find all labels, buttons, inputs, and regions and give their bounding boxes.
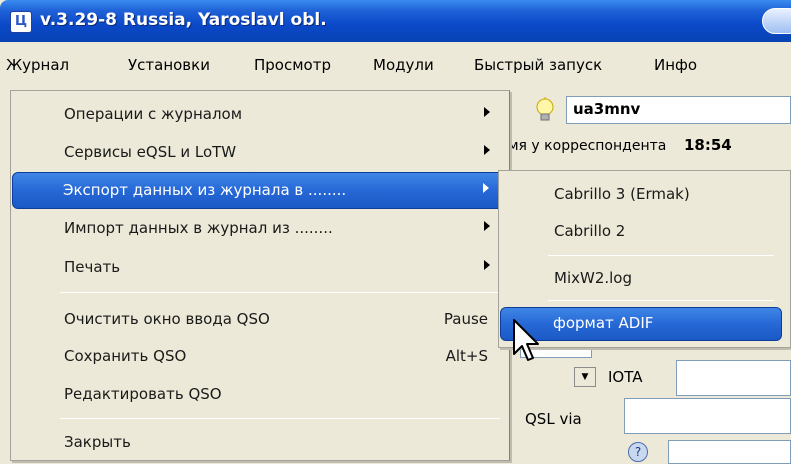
callsign-input[interactable]: ua3mnv	[566, 96, 791, 124]
menu-prosmotr[interactable]: Просмотр	[250, 56, 335, 74]
menu-item-label: Редактировать QSO	[64, 385, 222, 403]
menu-item-print[interactable]: Печать	[12, 249, 508, 286]
extra-input[interactable]	[668, 440, 791, 464]
submenu-separator	[548, 255, 774, 256]
submenu-separator	[548, 300, 774, 301]
menu-separator	[60, 292, 500, 293]
menu-item-clear-qso[interactable]: Очистить окно ввода QSO Pause	[12, 301, 508, 338]
iota-input[interactable]	[676, 360, 791, 396]
submenu-arrow-icon	[484, 221, 490, 231]
lightbulb-icon[interactable]	[534, 97, 556, 123]
window-control-button[interactable]	[762, 8, 791, 34]
menu-item-save-qso[interactable]: Сохранить QSO Alt+S	[12, 338, 508, 375]
submenu-item-label: Cabrillo 2	[554, 222, 626, 240]
submenu-arrow-icon	[484, 260, 490, 270]
submenu-item-label: формат ADIF	[553, 314, 654, 332]
correspondent-time-label: мя у корреспондента	[508, 138, 667, 154]
menu-zhurnal[interactable]: Журнал	[2, 56, 73, 74]
menu-item-label: Операции с журналом	[64, 105, 243, 123]
mouse-pointer-icon	[513, 319, 539, 361]
menu-item-label: Сохранить QSO	[64, 347, 187, 365]
app-icon[interactable]: Ц	[10, 11, 32, 33]
menu-item-label: Закрыть	[64, 433, 131, 451]
menu-item-close[interactable]: Закрыть	[12, 424, 508, 461]
submenu-item-adif[interactable]: формат ADIF	[500, 307, 782, 341]
menu-quick-launch[interactable]: Быстрый запуск	[470, 56, 606, 74]
menu-item-export[interactable]: Экспорт данных из журнала в ........	[12, 172, 508, 209]
submenu-arrow-icon	[483, 183, 489, 193]
menu-item-label: Сервисы eQSL и LoTW	[64, 143, 237, 161]
menu-moduli[interactable]: Модули	[369, 56, 438, 74]
qsl-via-input[interactable]	[624, 398, 791, 434]
dropdown-arrow-button[interactable]: ▼	[574, 367, 596, 387]
submenu-item-cabrillo2[interactable]: Cabrillo 2	[500, 214, 782, 248]
menu-item-label: Экспорт данных из журнала в ........	[63, 181, 347, 199]
qsl-via-label: QSL via	[525, 410, 582, 428]
menu-item-import[interactable]: Импорт данных в журнал из ........	[12, 210, 508, 247]
submenu-arrow-icon	[484, 145, 490, 155]
submenu-arrow-icon	[484, 107, 490, 117]
submenu-item-label: MixW2.log	[554, 269, 632, 287]
menu-item-label: Печать	[64, 258, 121, 276]
correspondent-time-value: 18:54	[684, 136, 732, 154]
menu-item-journal-operations[interactable]: Операции с журналом	[12, 96, 508, 133]
help-button[interactable]: ?	[628, 442, 648, 462]
menu-separator	[60, 418, 500, 419]
iota-label: IOTA	[608, 368, 643, 386]
menu-item-eqsl-lotw[interactable]: Сервисы eQSL и LoTW	[12, 134, 508, 171]
shortcut-label: Alt+S	[445, 347, 488, 365]
submenu-item-cabrillo3[interactable]: Cabrillo 3 (Ermak)	[500, 177, 782, 211]
menu-item-edit-qso[interactable]: Редактировать QSO	[12, 376, 508, 413]
menu-info[interactable]: Инфо	[650, 56, 701, 74]
menu-ustanovki[interactable]: Установки	[124, 56, 214, 74]
window-title: v.3.29-8 Russia, Yaroslavl obl.	[40, 10, 327, 30]
submenu-item-mixw2[interactable]: MixW2.log	[500, 261, 782, 295]
submenu-item-label: Cabrillo 3 (Ermak)	[554, 185, 690, 203]
menu-bar: Журнал Установки Просмотр Модули Быстрый…	[0, 42, 791, 90]
shortcut-label: Pause	[443, 310, 488, 328]
menu-item-label: Импорт данных в журнал из ........	[64, 219, 333, 237]
menu-item-label: Очистить окно ввода QSO	[64, 310, 270, 328]
